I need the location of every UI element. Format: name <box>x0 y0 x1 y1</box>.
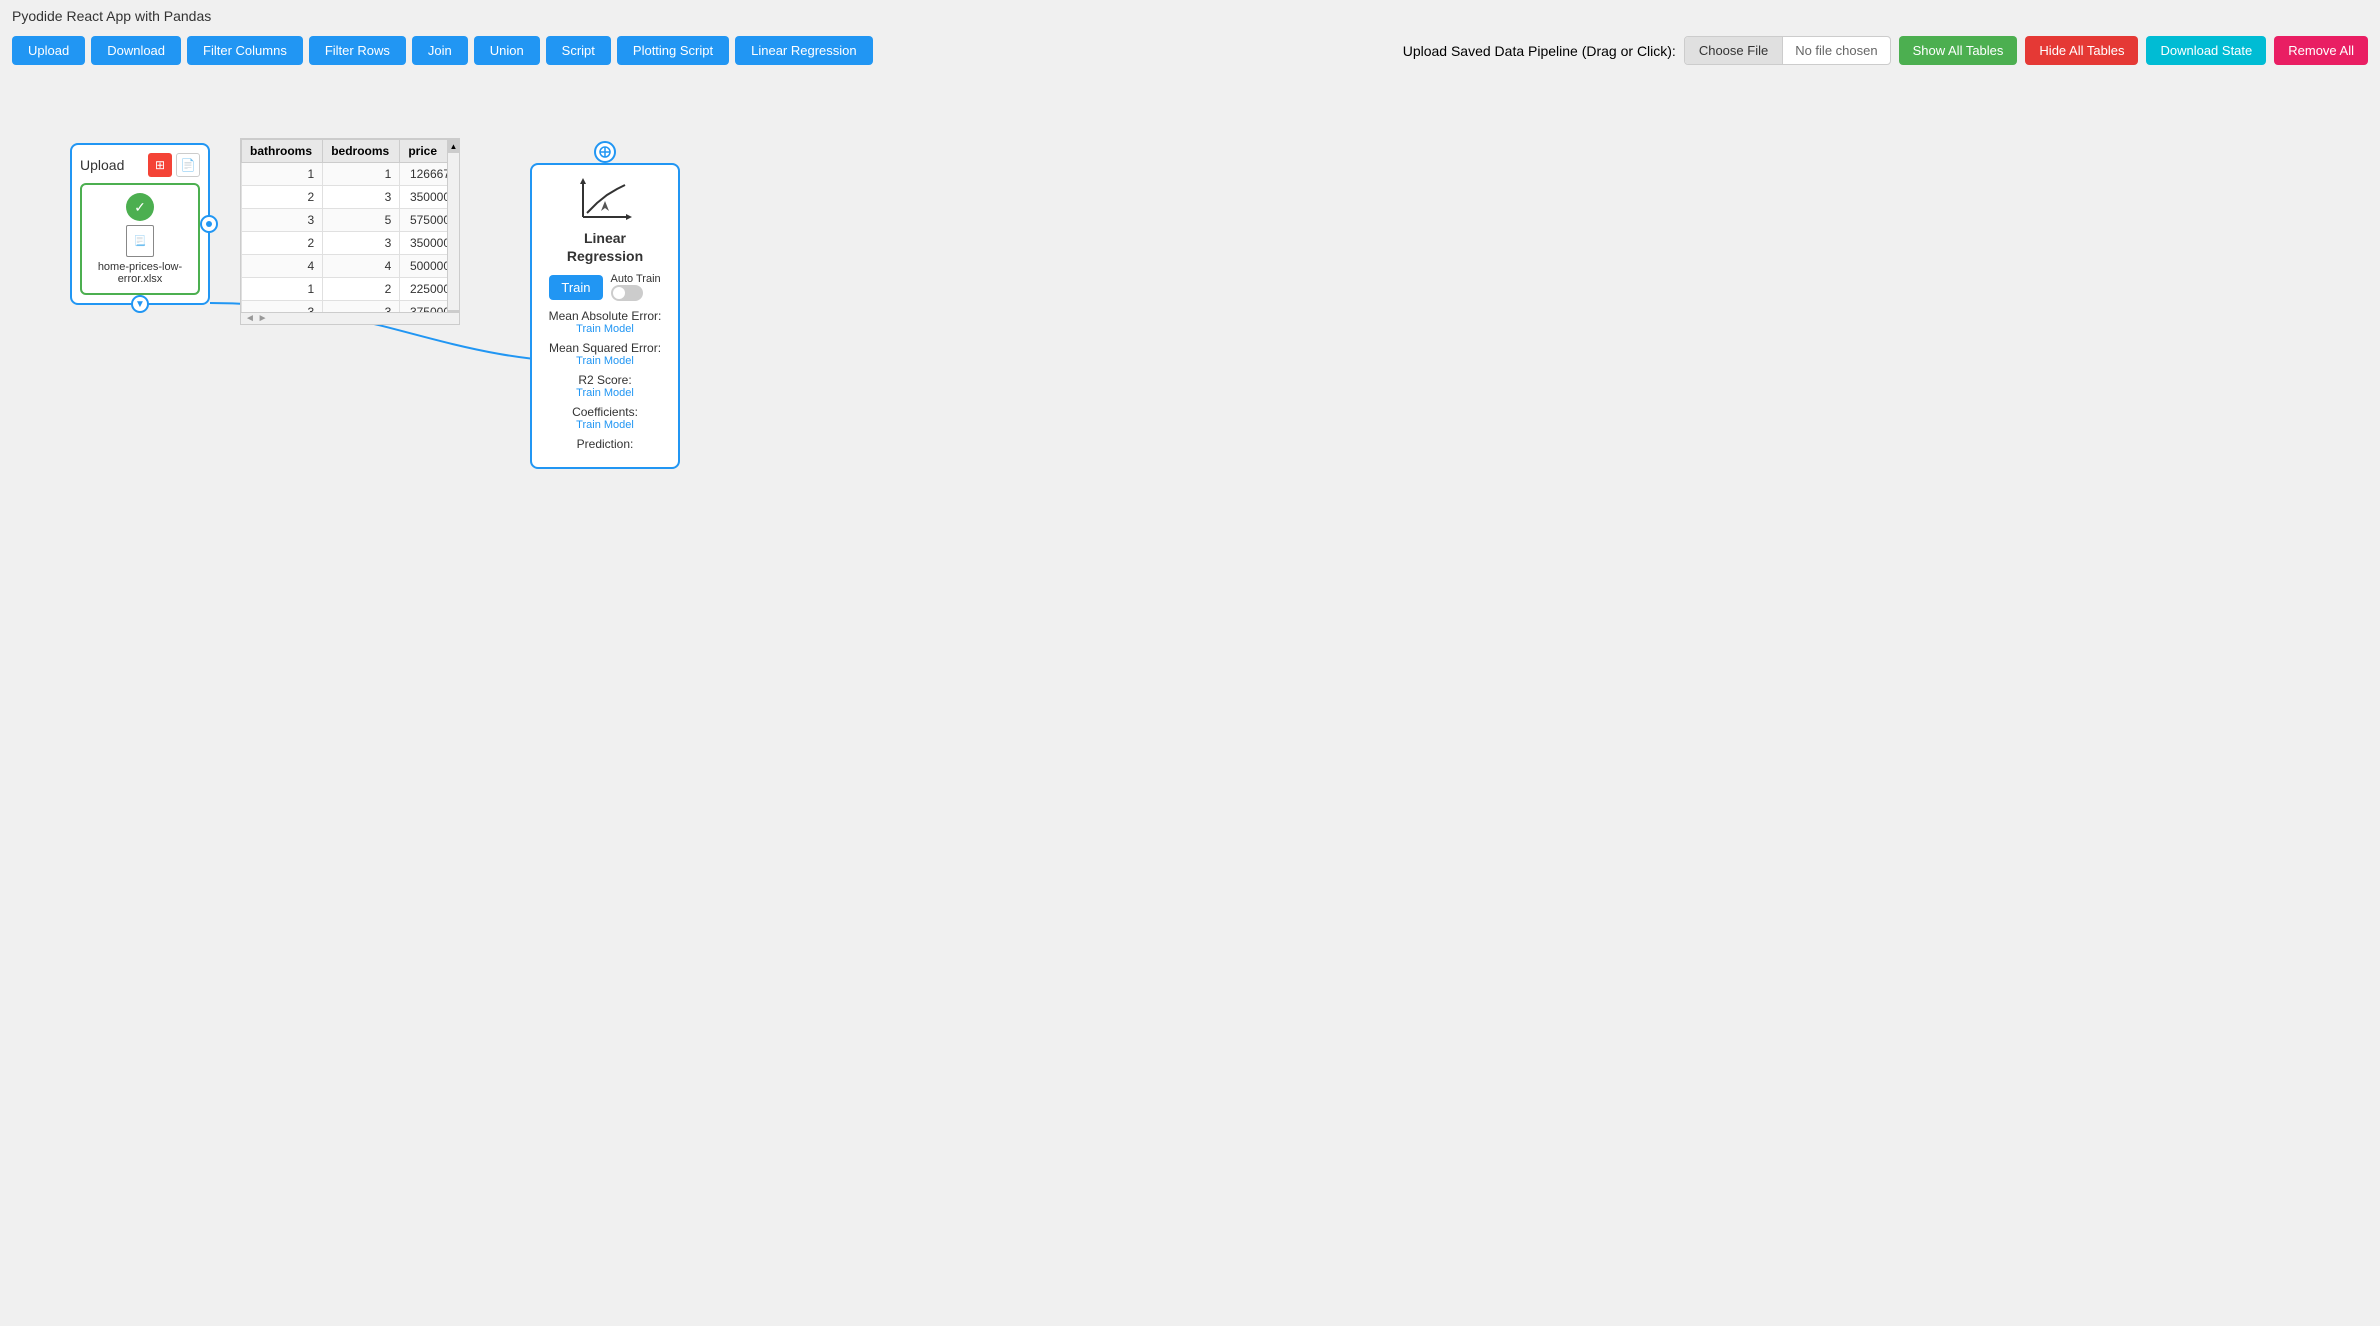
upload-pipeline-section: Upload Saved Data Pipeline (Drag or Clic… <box>1403 36 2368 65</box>
cell-bedrooms: 4 <box>323 255 400 278</box>
scroll-up-btn[interactable]: ▲ <box>448 139 460 153</box>
table-row: 23350000 <box>242 232 459 255</box>
table-row: 12225000 <box>242 278 459 301</box>
grid-icon: ⊞ <box>148 153 172 177</box>
cell-bedrooms: 2 <box>323 278 400 301</box>
upload-pipeline-label: Upload Saved Data Pipeline (Drag or Clic… <box>1403 43 1676 59</box>
lr-node-title: LinearRegression <box>542 229 668 265</box>
join-button[interactable]: Join <box>412 36 468 65</box>
metric-mae: Mean Absolute Error: Train Model <box>542 309 668 335</box>
cell-bathrooms: 1 <box>242 278 323 301</box>
upload-node: Upload ⊞ 📄 ✓ 📃 home-prices-low-error.xls… <box>70 143 210 305</box>
mae-label: Mean Absolute Error: <box>542 309 668 323</box>
upload-node-title: Upload <box>80 157 124 173</box>
download-button[interactable]: Download <box>91 36 181 65</box>
data-table-container: bathrooms bedrooms price 111266672335000… <box>240 138 460 325</box>
table-row: 35575000 <box>242 209 459 232</box>
train-button[interactable]: Train <box>549 275 602 300</box>
filter-rows-button[interactable]: Filter Rows <box>309 36 406 65</box>
cell-bedrooms: 1 <box>323 163 400 186</box>
mse-label: Mean Squared Error: <box>542 341 668 355</box>
cell-bedrooms: 5 <box>323 209 400 232</box>
col-bedrooms: bedrooms <box>323 140 400 163</box>
canvas-area: Upload ⊞ 📄 ✓ 📃 home-prices-low-error.xls… <box>0 73 2380 1289</box>
cell-bathrooms: 2 <box>242 186 323 209</box>
cell-bathrooms: 2 <box>242 232 323 255</box>
auto-train-toggle[interactable] <box>611 285 643 301</box>
union-button[interactable]: Union <box>474 36 540 65</box>
show-all-tables-button[interactable]: Show All Tables <box>1899 36 2018 65</box>
train-section: Train Auto Train <box>542 273 668 301</box>
download-state-button[interactable]: Download State <box>2146 36 2266 65</box>
upload-button[interactable]: Upload <box>12 36 85 65</box>
cell-bedrooms: 3 <box>323 232 400 255</box>
table-row: 23350000 <box>242 186 459 209</box>
cell-bathrooms: 3 <box>242 209 323 232</box>
table-bottom-bar: ◄ ► <box>241 312 459 324</box>
linear-regression-button[interactable]: Linear Regression <box>735 36 873 65</box>
mse-value[interactable]: Train Model <box>542 355 668 367</box>
metric-mse: Mean Squared Error: Train Model <box>542 341 668 367</box>
table-row: 11126667 <box>242 163 459 186</box>
mae-value[interactable]: Train Model <box>542 323 668 335</box>
coeff-label: Coefficients: <box>542 405 668 419</box>
script-button[interactable]: Script <box>546 36 611 65</box>
choose-file-button[interactable]: Choose File <box>1685 37 1783 64</box>
app-title: Pyodide React App with Pandas <box>0 0 2380 28</box>
cell-bedrooms: 3 <box>323 186 400 209</box>
table-row: 44500000 <box>242 255 459 278</box>
doc-icon: 📄 <box>176 153 200 177</box>
filter-columns-button[interactable]: Filter Columns <box>187 36 303 65</box>
data-table: bathrooms bedrooms price 111266672335000… <box>241 139 459 324</box>
check-icon: ✓ <box>126 193 154 221</box>
upload-node-header: Upload ⊞ 📄 <box>80 153 200 177</box>
auto-train-label: Auto Train <box>611 273 661 285</box>
file-name: home-prices-low-error.xlsx <box>90 261 190 285</box>
lr-node: LinearRegression Train Auto Train Mean A… <box>530 163 680 469</box>
remove-all-button[interactable]: Remove All <box>2274 36 2368 65</box>
scroll-bar[interactable]: ▲ ▼ <box>447 139 459 324</box>
plotting-script-button[interactable]: Plotting Script <box>617 36 729 65</box>
no-file-text: No file chosen <box>1783 37 1889 64</box>
coeff-value[interactable]: Train Model <box>542 419 668 431</box>
metric-coeff: Coefficients: Train Model <box>542 405 668 431</box>
lr-chart-icon <box>575 175 635 225</box>
lr-top-connector[interactable] <box>594 141 616 163</box>
right-connector[interactable] <box>200 215 218 233</box>
r2-value[interactable]: Train Model <box>542 387 668 399</box>
file-upload-area: Choose File No file chosen <box>1684 36 1891 65</box>
file-doc-icon: 📃 <box>126 225 154 257</box>
bottom-connector[interactable]: ▼ <box>131 295 149 313</box>
upload-file-box: ✓ 📃 home-prices-low-error.xlsx <box>80 183 200 295</box>
metric-r2: R2 Score: Train Model <box>542 373 668 399</box>
toolbar: Upload Download Filter Columns Filter Ro… <box>0 28 2380 73</box>
col-bathrooms: bathrooms <box>242 140 323 163</box>
metric-pred: Prediction: <box>542 437 668 451</box>
pred-label: Prediction: <box>542 437 668 451</box>
cell-bathrooms: 1 <box>242 163 323 186</box>
cell-bathrooms: 4 <box>242 255 323 278</box>
hide-all-tables-button[interactable]: Hide All Tables <box>2025 36 2138 65</box>
r2-label: R2 Score: <box>542 373 668 387</box>
